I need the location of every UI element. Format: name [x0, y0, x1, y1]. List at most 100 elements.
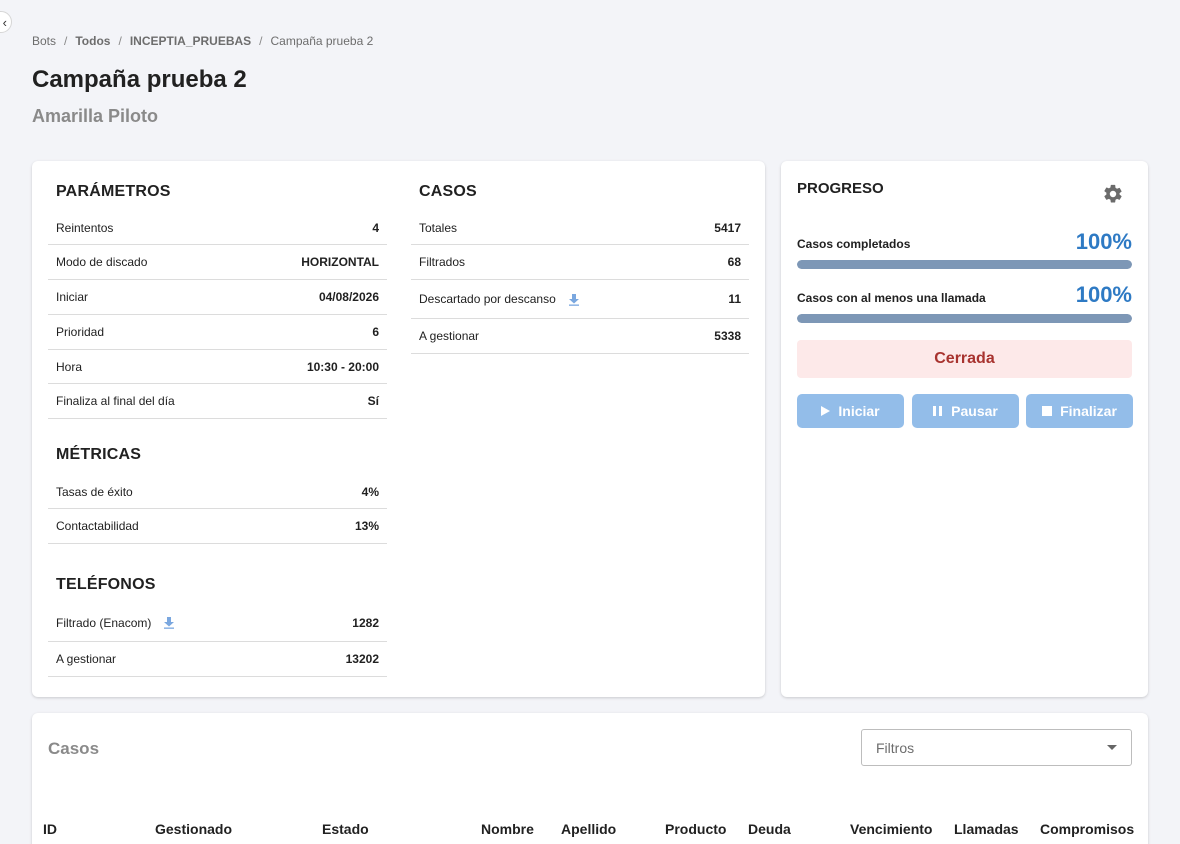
progress-percent-llamada: 100% — [1075, 282, 1132, 307]
start-button-label: Iniciar — [838, 403, 880, 419]
column-header-estado[interactable]: Estado — [322, 821, 369, 837]
progress-title: PROGRESO — [797, 180, 884, 197]
breadcrumb-item-bots[interactable]: Bots — [32, 34, 56, 48]
gear-icon[interactable] — [1102, 183, 1124, 205]
metricas-list: Tasas de éxito 4% Contactabilidad 13% — [48, 475, 387, 544]
progress-card: PROGRESO Casos completados 100% Casos co… — [781, 161, 1148, 697]
param-label: Hora — [56, 359, 83, 374]
metric-value: 13% — [354, 519, 379, 533]
case-label: A gestionar — [419, 329, 480, 343]
metric-row-contactabilidad: Contactabilidad 13% — [48, 509, 387, 544]
casos-list: Totales 5417 Filtrados 68 Descartado por… — [411, 211, 749, 354]
column-header-llamadas[interactable]: Llamadas — [954, 821, 1019, 837]
param-value: 04/08/2026 — [318, 290, 379, 304]
case-value: 11 — [728, 292, 741, 306]
case-row-gestionar: A gestionar 5338 — [411, 319, 749, 354]
finish-button-label: Finalizar — [1060, 403, 1117, 419]
progress-fill — [797, 260, 1132, 269]
progress-bar-llamada — [797, 314, 1132, 323]
column-header-vencimiento[interactable]: Vencimiento — [850, 821, 932, 837]
finish-button[interactable]: Finalizar — [1026, 394, 1133, 428]
page-title: Campaña prueba 2 — [32, 66, 247, 93]
param-value: Sí — [367, 394, 379, 408]
campaign-details-card: PARÁMETROS Reintentos 4 Modo de discado … — [32, 161, 765, 697]
param-row-prioridad: Prioridad 6 — [48, 315, 387, 350]
stop-icon — [1042, 406, 1053, 416]
section-title-casos: CASOS — [419, 183, 477, 200]
telefonos-list: Filtrado (Enacom) 1282 A gestionar 13202 — [48, 604, 387, 677]
section-title-metricas: MÉTRICAS — [56, 446, 142, 463]
parametros-list: Reintentos 4 Modo de discado HORIZONTAL … — [48, 211, 387, 419]
case-row-descartado: Descartado por descanso 11 — [411, 280, 749, 319]
phone-row-gestionar: A gestionar 13202 — [48, 642, 387, 677]
param-row-reintentos: Reintentos 4 — [48, 211, 387, 245]
metric-label: Tasas de éxito — [56, 484, 133, 499]
download-icon[interactable] — [163, 616, 175, 629]
param-label: Modo de discado — [56, 255, 148, 269]
column-header-deuda[interactable]: Deuda — [748, 821, 791, 837]
param-value: 4 — [372, 220, 379, 235]
param-row-hora: Hora 10:30 - 20:00 — [48, 350, 387, 384]
breadcrumb-item-todos[interactable]: Todos — [75, 34, 110, 48]
phone-value: 1282 — [352, 615, 379, 630]
param-row-modo: Modo de discado HORIZONTAL — [48, 245, 387, 280]
progress-bar-completados — [797, 260, 1132, 269]
param-value: 6 — [372, 325, 379, 339]
case-value: 68 — [727, 255, 741, 269]
case-value: 5417 — [714, 220, 741, 235]
section-title-parametros: PARÁMETROS — [56, 183, 171, 200]
phone-label-text: Filtrado (Enacom) — [56, 615, 152, 630]
progress-label-completados: Casos completados — [797, 237, 911, 251]
filters-select[interactable]: Filtros — [861, 729, 1132, 766]
pause-button[interactable]: Pausar — [912, 394, 1019, 428]
cases-table-title: Casos — [48, 739, 100, 758]
filters-select-value: Filtros — [876, 739, 915, 756]
column-header-producto[interactable]: Producto — [665, 821, 726, 837]
column-header-id[interactable]: ID — [43, 821, 57, 837]
param-label: Reintentos — [56, 220, 114, 235]
case-label-text: Descartado por descanso — [419, 292, 556, 306]
cases-table-card: Casos Filtros ID Gestionado Estado Nombr… — [32, 713, 1148, 844]
phone-label: Filtrado (Enacom) — [56, 616, 175, 630]
start-button[interactable]: Iniciar — [797, 394, 904, 428]
param-row-finaliza: Finaliza al final del día Sí — [48, 384, 387, 419]
param-label: Prioridad — [56, 325, 105, 339]
status-badge: Cerrada — [797, 340, 1132, 378]
breadcrumb-separator: / — [64, 34, 68, 48]
chevron-down-icon — [1107, 745, 1117, 750]
pause-icon — [933, 406, 943, 416]
case-label: Filtrados — [419, 255, 466, 269]
case-row-totales: Totales 5417 — [411, 211, 749, 245]
param-row-iniciar: Iniciar 04/08/2026 — [48, 280, 387, 315]
metric-row-exito: Tasas de éxito 4% — [48, 475, 387, 509]
breadcrumb-separator: / — [118, 34, 122, 48]
phone-row-filtrado: Filtrado (Enacom) 1282 — [48, 604, 387, 642]
chevron-left-icon: ‹ — [2, 14, 7, 30]
breadcrumb-item-current: Campaña prueba 2 — [270, 34, 374, 48]
column-header-apellido[interactable]: Apellido — [561, 821, 616, 837]
progress-label-llamada: Casos con al menos una llamada — [797, 291, 986, 305]
column-header-compromisos[interactable]: Compromisos — [1040, 821, 1134, 837]
column-header-gestionado[interactable]: Gestionado — [155, 821, 232, 837]
phone-value: 13202 — [345, 652, 379, 666]
param-value: 10:30 - 20:00 — [306, 359, 379, 374]
progress-percent-completados: 100% — [1075, 229, 1132, 254]
breadcrumb-separator: / — [259, 34, 263, 48]
param-label: Iniciar — [56, 290, 89, 304]
play-icon — [821, 406, 831, 416]
column-header-nombre[interactable]: Nombre — [481, 821, 534, 837]
param-label: Finaliza al final del día — [56, 394, 175, 408]
metric-value: 4% — [361, 484, 379, 499]
breadcrumb: Bots / Todos / INCEPTIA_PRUEBAS / Campañ… — [32, 34, 373, 48]
page-subtitle: Amarilla Piloto — [32, 106, 159, 126]
param-value: HORIZONTAL — [301, 255, 379, 269]
case-value: 5338 — [714, 329, 741, 343]
collapse-sidebar-button[interactable]: ‹ — [0, 11, 12, 33]
breadcrumb-item-account[interactable]: INCEPTIA_PRUEBAS — [130, 34, 251, 48]
download-icon[interactable] — [568, 293, 580, 306]
case-label: Descartado por descanso — [419, 292, 580, 306]
case-label: Totales — [419, 220, 458, 235]
section-title-telefonos: TELÉFONOS — [56, 576, 156, 593]
pause-button-label: Pausar — [951, 403, 998, 419]
case-row-filtrados: Filtrados 68 — [411, 245, 749, 280]
